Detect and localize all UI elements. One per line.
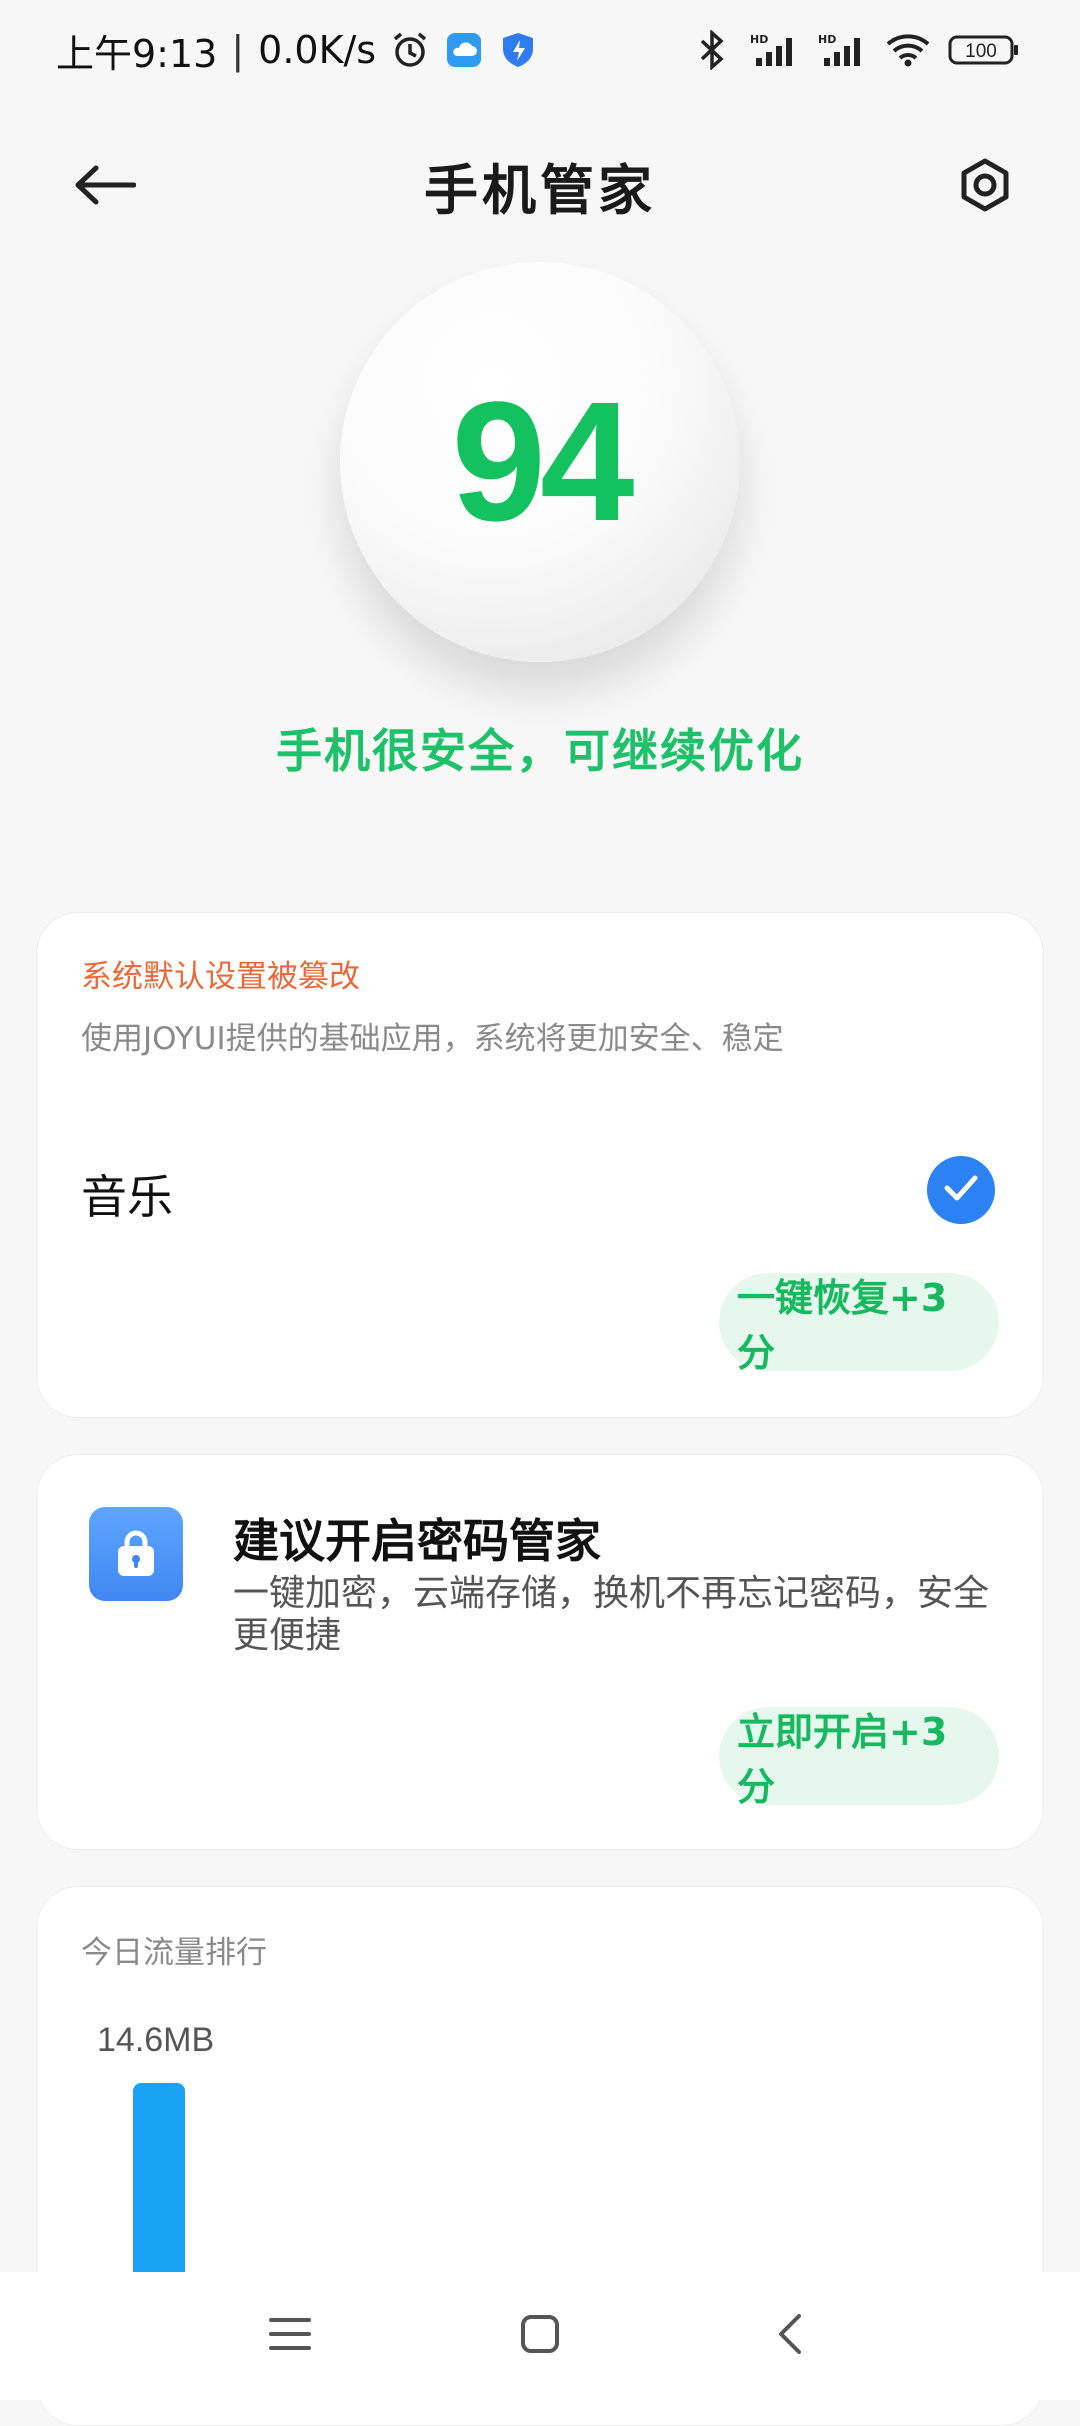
traffic-ranking-title: 今日流量排行: [81, 1927, 267, 1972]
status-time: 上午9:13: [56, 23, 217, 78]
header: 手机管家: [0, 130, 1080, 240]
password-manager-title: 建议开启密码管家: [233, 1505, 601, 1571]
home-button[interactable]: [510, 2306, 570, 2366]
back-arrow-icon: [74, 165, 136, 209]
shield-icon: [498, 30, 538, 70]
cloud-icon: [444, 30, 484, 70]
menu-icon: [268, 2316, 312, 2356]
system-back-button[interactable]: [760, 2306, 820, 2366]
back-icon: [777, 2313, 803, 2359]
lock-icon: [89, 1507, 183, 1601]
battery-level: 100: [965, 41, 997, 62]
status-net-speed: 0.0K/s: [258, 28, 376, 72]
traffic-top-value: 14.6MB: [97, 2021, 214, 2060]
settings-icon: [957, 157, 1013, 217]
password-manager-description: 一键加密，云端存储，换机不再忘记密码，安全更便捷: [233, 1573, 1003, 1657]
app-name-music: 音乐: [81, 1161, 173, 1227]
warning-description: 使用JOYUI提供的基础应用，系统将更加安全、稳定: [81, 1013, 784, 1058]
music-checkbox[interactable]: [927, 1156, 995, 1224]
warning-title: 系统默认设置被篡改: [81, 951, 360, 996]
recent-apps-button[interactable]: [260, 2306, 320, 2366]
bluetooth-icon: [692, 30, 732, 70]
signal-icon: HD: [818, 30, 868, 70]
status-bar: 上午9:13 | 0.0K/s HD HD 100: [0, 0, 1080, 100]
score-sphere[interactable]: 94: [340, 262, 740, 702]
svg-text:HD: HD: [818, 33, 836, 46]
navigation-bar: [0, 2272, 1080, 2400]
signal-icon: HD: [750, 30, 800, 70]
svg-text:HD: HD: [750, 33, 768, 46]
restore-button[interactable]: 一键恢复+3分: [719, 1273, 999, 1371]
home-icon: [520, 2314, 560, 2358]
password-manager-card: 建议开启密码管家 一键加密，云端存储，换机不再忘记密码，安全更便捷 立即开启+3…: [36, 1454, 1044, 1850]
back-button[interactable]: [70, 152, 140, 222]
alarm-icon: [390, 30, 430, 70]
check-icon: [944, 1175, 978, 1205]
battery-icon: 100: [948, 30, 1020, 70]
enable-password-manager-button[interactable]: 立即开启+3分: [719, 1707, 999, 1805]
security-status-message: 手机很安全，可继续优化: [0, 715, 1080, 781]
default-settings-card: 系统默认设置被篡改 使用JOYUI提供的基础应用，系统将更加安全、稳定 音乐 一…: [36, 912, 1044, 1418]
wifi-icon: [886, 30, 930, 70]
security-score: 94: [451, 364, 628, 560]
page-title: 手机管家: [424, 146, 656, 225]
settings-button[interactable]: [950, 152, 1020, 222]
